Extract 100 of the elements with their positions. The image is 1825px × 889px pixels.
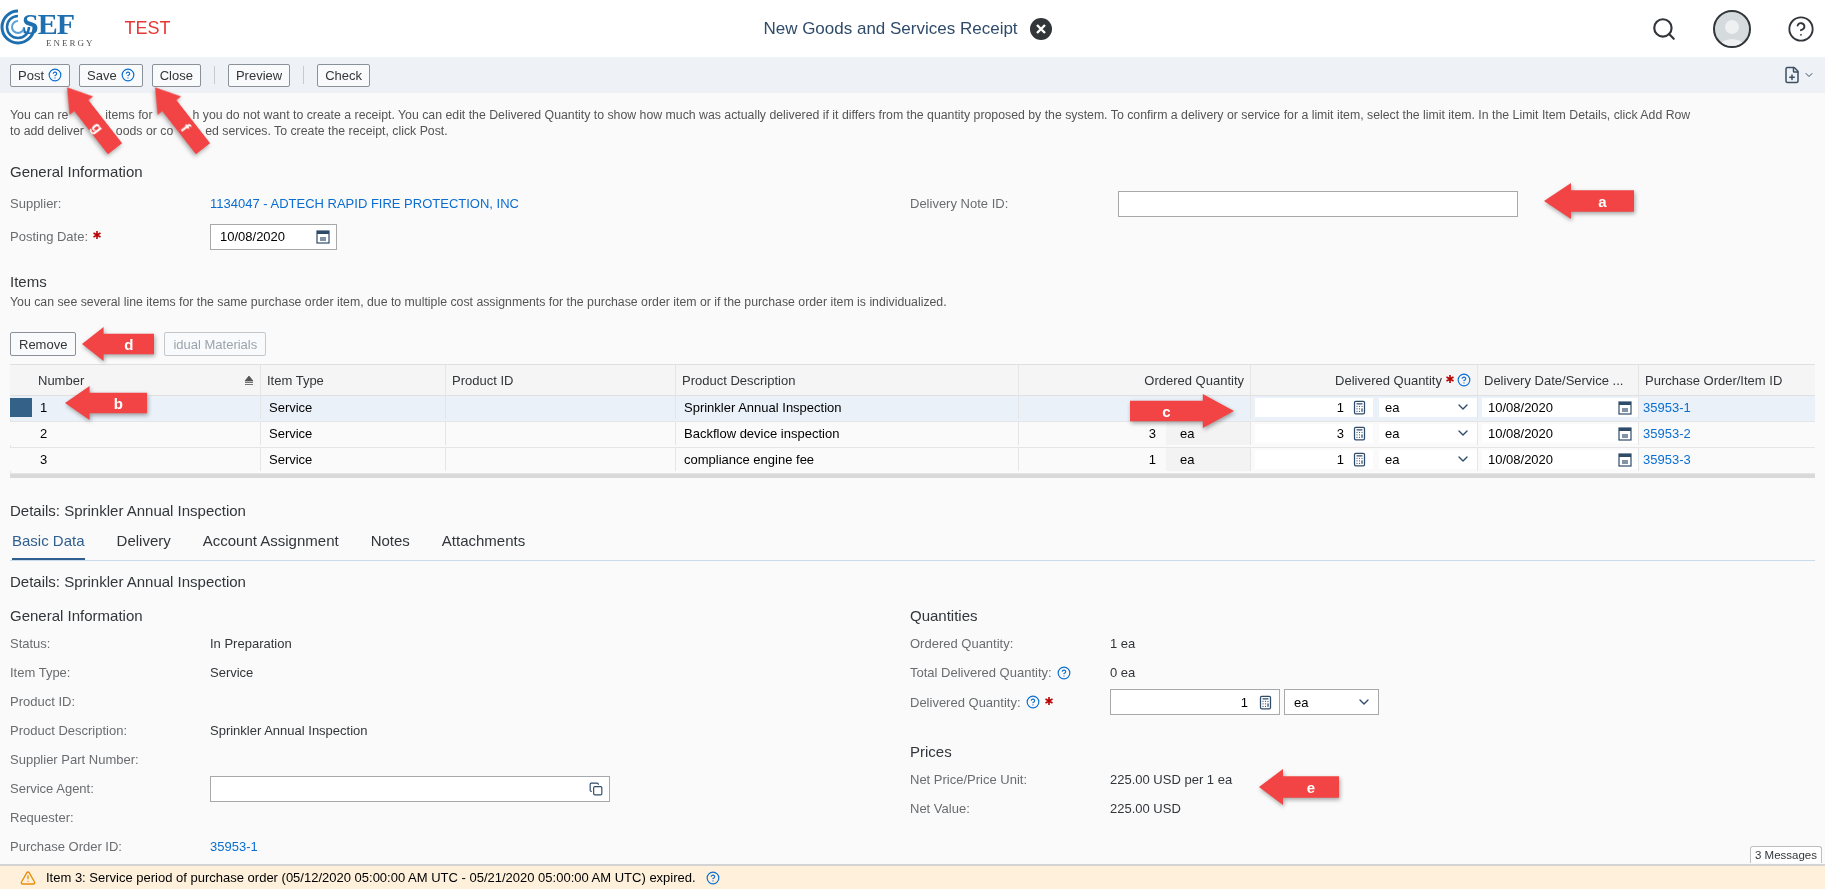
- new-document-icon[interactable]: [1783, 66, 1801, 84]
- tab[interactable]: Account Assignment: [202, 526, 339, 560]
- field-value: In Preparation: [210, 636, 293, 651]
- purchase-order-link[interactable]: 35953-1: [1643, 399, 1691, 415]
- field-label: Service Agent:: [10, 781, 95, 796]
- calendar-icon[interactable]: [1618, 399, 1632, 415]
- field-label: Ordered Quantity:: [910, 636, 1015, 651]
- field-value: 225.00 USD: [1110, 801, 1182, 816]
- calculator-icon[interactable]: [1352, 399, 1367, 415]
- user-avatar[interactable]: [1713, 9, 1751, 48]
- column-header[interactable]: Item Type: [267, 372, 324, 388]
- field-value: 225.00 USD per 1 ea: [1110, 772, 1234, 787]
- delivery-note-id-field[interactable]: [1118, 190, 1518, 217]
- field-label: Supplier:: [10, 196, 63, 211]
- purchase-order-link[interactable]: 35953-2: [1643, 425, 1691, 441]
- field-label: Product ID:: [10, 694, 77, 709]
- table-cell: Backflow device inspection: [684, 425, 840, 441]
- unit-select[interactable]: ea: [1379, 450, 1477, 469]
- help-icon[interactable]: [1787, 14, 1815, 43]
- calendar-icon[interactable]: [316, 229, 330, 244]
- field-label: Delivery Note ID:: [910, 196, 1010, 211]
- quantity-field[interactable]: 1: [1255, 450, 1373, 469]
- callout-arrow: b: [65, 386, 147, 420]
- unit-select[interactable]: ea: [1379, 424, 1477, 443]
- ordered-quantity: 1: [1147, 451, 1157, 467]
- column-header[interactable]: Number: [38, 372, 85, 388]
- section-heading: General Information: [10, 163, 144, 181]
- column-header[interactable]: Purchase Order/Item ID: [1645, 372, 1783, 388]
- ordered-unit: ea: [1166, 448, 1250, 471]
- toolbar-button[interactable]: Check: [317, 63, 370, 87]
- search-icon[interactable]: [1651, 15, 1677, 42]
- callout-arrow: e: [1259, 769, 1339, 805]
- tab[interactable]: Basic Data: [12, 526, 85, 560]
- toolbar-button[interactable]: Preview: [227, 63, 291, 87]
- calculator-icon[interactable]: [1352, 425, 1367, 441]
- date-field[interactable]: 10/08/2020: [1482, 398, 1638, 417]
- section-heading: Quantities: [910, 607, 979, 625]
- supplier-link[interactable]: 1134047 - ADTECH RAPID FIRE PROTECTION, INC: [210, 196, 910, 211]
- calendar-icon[interactable]: [1618, 451, 1632, 467]
- toolbar-button[interactable]: Post: [10, 63, 70, 87]
- field-label: Net Price/Price Unit:: [910, 772, 1029, 787]
- close-icon[interactable]: [1029, 17, 1052, 40]
- field-label: Requester:: [10, 810, 75, 825]
- date-field[interactable]: 10/08/2020: [1482, 450, 1638, 469]
- column-header[interactable]: Product Description: [682, 372, 796, 388]
- callout-arrow: c: [1130, 394, 1234, 428]
- purchase-order-link[interactable]: 35953-3: [1643, 451, 1691, 467]
- purchase-order-link[interactable]: 35953-1: [210, 839, 910, 854]
- sort-ascending-icon[interactable]: [244, 375, 254, 385]
- delivered-quantity-field[interactable]: 1: [1110, 689, 1280, 715]
- column-header[interactable]: Product ID: [452, 372, 514, 388]
- section-heading: Items: [10, 273, 48, 291]
- table-cell: compliance engine fee: [684, 451, 815, 467]
- tab[interactable]: Attachments: [441, 526, 526, 560]
- date-field[interactable]: 10/08/2020: [1482, 424, 1638, 443]
- field-label: Status:: [10, 636, 52, 651]
- field-label: Delivered Quantity:: [910, 694, 1021, 710]
- column-header[interactable]: Ordered Quantity: [1144, 372, 1244, 388]
- field-label: Product Description:: [10, 723, 129, 738]
- messages-tab[interactable]: 3 Messages: [1750, 846, 1822, 863]
- details-title: Details: Sprinkler Annual Inspection: [10, 502, 247, 520]
- details-subtitle: Details: Sprinkler Annual Inspection: [10, 573, 247, 591]
- brand-name: SEF: [22, 9, 76, 39]
- table-cell: 2: [40, 425, 48, 441]
- quantity-field[interactable]: 1: [1255, 398, 1373, 417]
- table-row[interactable]: 2 Service Backflow device inspection 3 ea 3 ea 10/08/2020 35953-2: [10, 422, 1815, 448]
- items-description: You can see several line items for the same purchase order item, due to multiple cost assignments for the purchase order item or if the purchase order item is individualized.: [10, 295, 948, 310]
- section-heading: General Information: [10, 607, 144, 625]
- section-heading: Prices: [910, 743, 953, 761]
- calendar-icon[interactable]: [1618, 425, 1632, 441]
- field-value: Sprinkler Annual Inspection: [210, 723, 369, 738]
- action-button[interactable]: Remove: [10, 332, 77, 356]
- unit-select[interactable]: ea: [1284, 689, 1379, 715]
- row-selection-marker[interactable]: [10, 398, 32, 417]
- posting-date-field[interactable]: 10/08/2020: [210, 223, 337, 250]
- toolbar-button[interactable]: Close: [151, 63, 201, 87]
- field-label: Posting Date:: [10, 229, 89, 244]
- message-text: Item 3: Service period of purchase order (05/12/2020 05:00:00 AM UTC - 05/21/2020 05:00:00 AM UTC) expired.: [46, 870, 696, 885]
- instruction-text: h you do not want to create a receipt. You can edit the Delivered Quantity to show how much was actually delivered if it differs from the quantity proposed by the system. To confirm a delivery or service for a limit item, select the limit item. In the Limit Item Details, click Add Row: [192, 107, 1691, 123]
- instruction-text: ed services. To create the receipt, click Post.: [205, 123, 448, 139]
- value-help-icon[interactable]: [589, 781, 603, 796]
- table-cell: Service: [269, 451, 313, 467]
- unit-select[interactable]: ea: [1379, 398, 1477, 417]
- toolbar-button[interactable]: Save: [79, 63, 143, 87]
- service-agent-field[interactable]: [210, 775, 610, 802]
- calculator-icon[interactable]: [1352, 451, 1367, 467]
- field-label: Total Delivered Quantity:: [910, 665, 1052, 680]
- tab[interactable]: Notes: [370, 526, 410, 560]
- table-cell: Sprinkler Annual Inspection: [684, 399, 842, 415]
- field-value: 0 ea: [1110, 665, 1137, 680]
- table-row[interactable]: 3 Service compliance engine fee 1 ea 1 ea 10/08/2020 35953-3: [10, 448, 1815, 474]
- column-header[interactable]: Delivered Quantity: [1335, 372, 1442, 388]
- tab[interactable]: Delivery: [116, 526, 171, 560]
- page-title: New Goods and Services Receipt: [763, 18, 1018, 39]
- callout-arrow: a: [1544, 183, 1634, 219]
- column-header[interactable]: Delivery Date/Service ...: [1484, 372, 1624, 388]
- field-value: Service: [210, 665, 255, 680]
- ordered-unit: ea: [1166, 422, 1250, 445]
- calculator-icon[interactable]: [1258, 694, 1273, 710]
- quantity-field[interactable]: 3: [1255, 424, 1373, 443]
